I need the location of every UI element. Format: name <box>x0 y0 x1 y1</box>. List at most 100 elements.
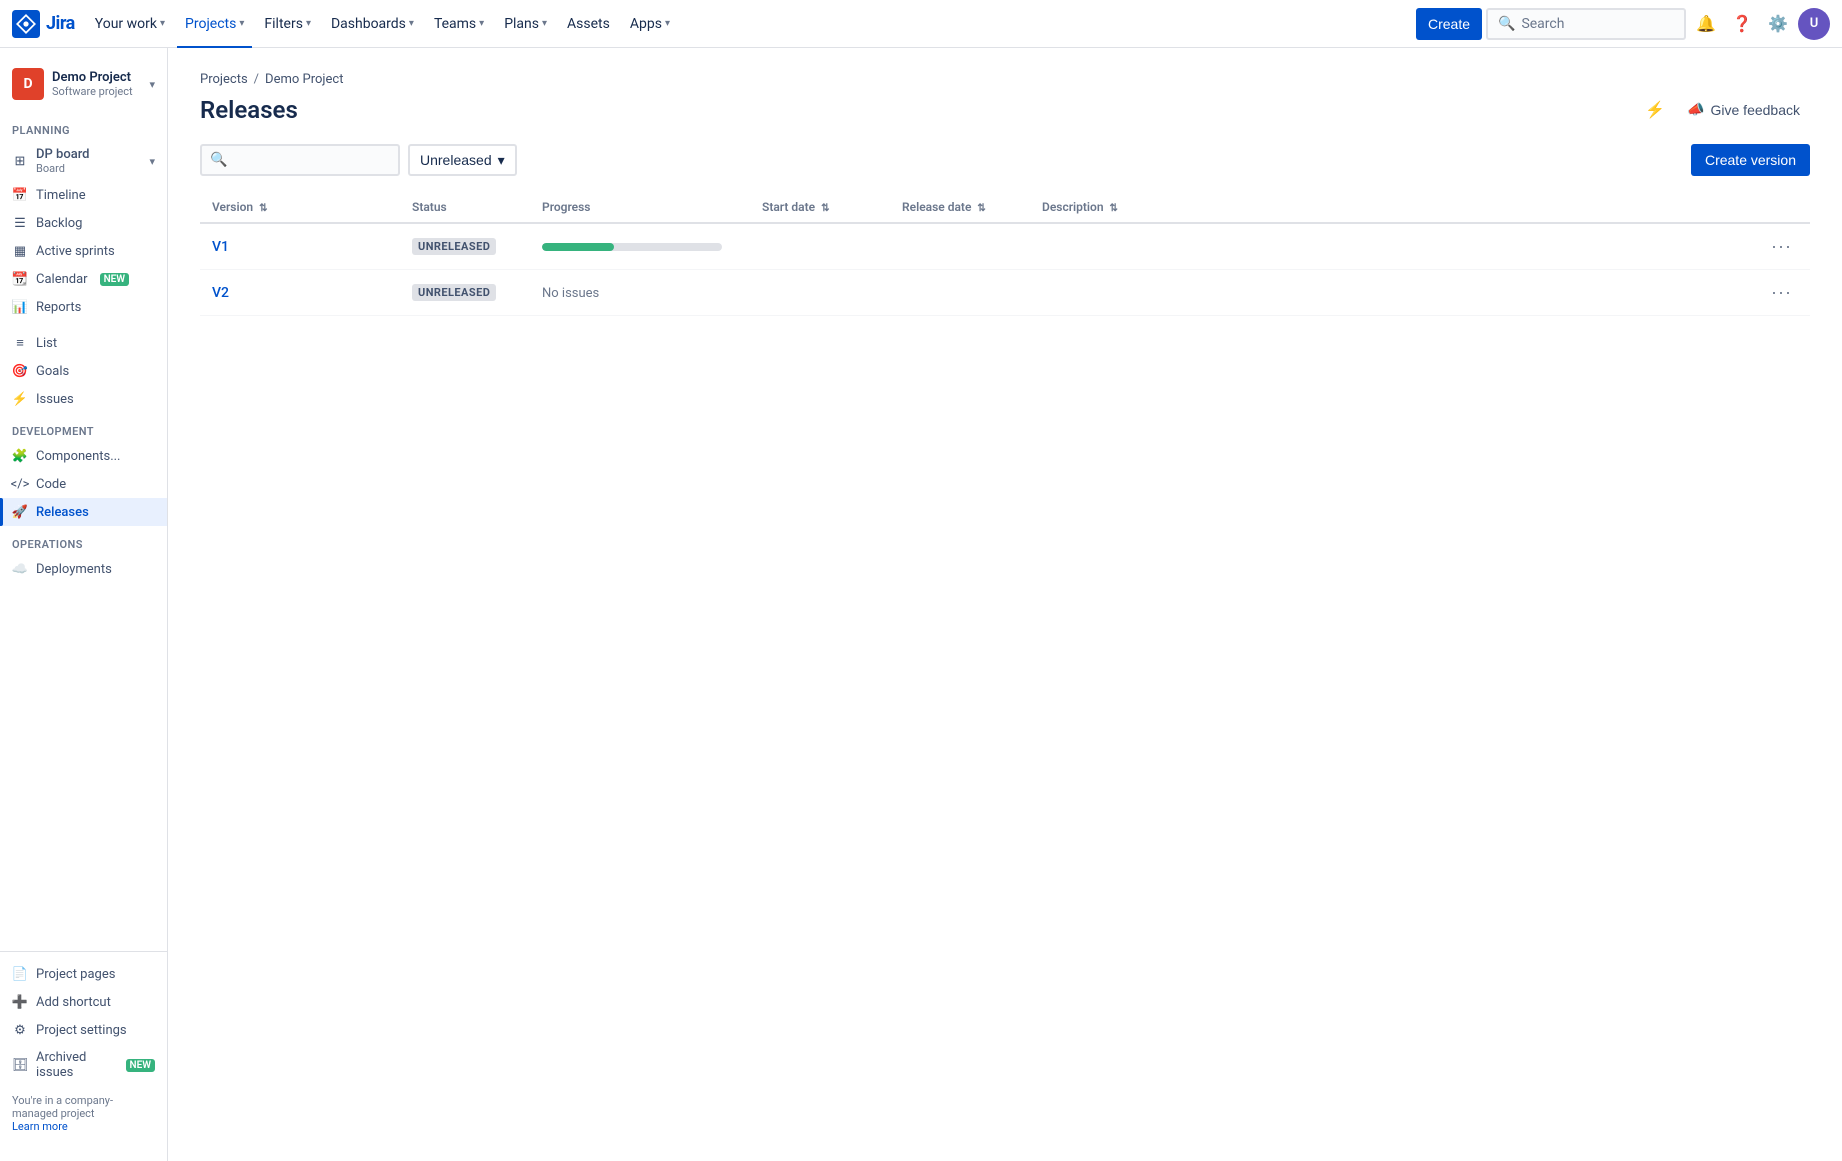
code-icon: </> <box>12 476 28 492</box>
archived-new-badge: NEW <box>126 1059 156 1072</box>
nav-teams[interactable]: Teams ▾ <box>426 8 492 40</box>
sidebar-item-add-shortcut[interactable]: ➕ Add shortcut <box>0 988 167 1016</box>
releases-label: Releases <box>36 505 89 520</box>
nav-filters[interactable]: Filters ▾ <box>256 8 319 40</box>
nav-dashboards[interactable]: Dashboards ▾ <box>323 8 422 40</box>
nav-your-work[interactable]: Your work ▾ <box>87 8 173 40</box>
page-title: Releases <box>200 96 298 124</box>
nav-projects[interactable]: Projects ▾ <box>177 8 252 40</box>
sidebar-item-active-sprints[interactable]: ▦ Active sprints <box>0 237 167 265</box>
help-button[interactable]: ❓ <box>1726 8 1758 40</box>
start-date-v1 <box>750 223 890 270</box>
breadcrumb: Projects / Demo Project <box>200 72 1810 87</box>
sidebar-item-deployments[interactable]: ☁️ Deployments <box>0 555 167 583</box>
create-version-button[interactable]: Create version <box>1691 144 1810 176</box>
sidebar-project-header[interactable]: D Demo Project Software project ▾ <box>0 60 167 112</box>
toolbar-left: 🔍 Unreleased ▾ <box>200 144 517 176</box>
start-date-v2 <box>750 270 890 316</box>
deployments-label: Deployments <box>36 562 112 577</box>
calendar-icon: 📆 <box>12 271 28 287</box>
learn-more-link[interactable]: Learn more <box>12 1120 68 1133</box>
list-label: List <box>36 336 57 351</box>
app-logo[interactable]: Jira <box>12 10 75 38</box>
sidebar-item-project-settings[interactable]: ⚙ Project settings <box>0 1016 167 1044</box>
col-version[interactable]: Version ⇅ <box>200 192 400 223</box>
top-navigation: Jira Your work ▾ Projects ▾ Filters ▾ Da… <box>0 0 1842 48</box>
operations-section-label: OPERATIONS <box>0 526 167 555</box>
releases-icon: 🚀 <box>12 504 28 520</box>
sidebar-item-reports[interactable]: 📊 Reports <box>0 293 167 321</box>
create-button[interactable]: Create <box>1416 8 1482 40</box>
dp-board-sub: Board <box>36 162 90 175</box>
filter-label: Unreleased <box>420 152 492 168</box>
sidebar-item-archived-issues[interactable]: 🗄 Archived issues NEW <box>0 1044 167 1086</box>
teams-chevron-icon: ▾ <box>479 18 484 29</box>
sidebar-item-components[interactable]: 🧩 Components... <box>0 442 167 470</box>
filter-chevron-icon: ▾ <box>498 152 505 169</box>
table-row: V1UNRELEASED··· <box>200 223 1810 270</box>
sidebar-item-releases[interactable]: 🚀 Releases <box>0 498 167 526</box>
sidebar-item-project-pages[interactable]: 📄 Project pages <box>0 960 167 988</box>
page-header: Releases ⚡ 📣 Give feedback <box>200 95 1810 124</box>
page-header-actions: ⚡ 📣 Give feedback <box>1645 95 1810 124</box>
reports-icon: 📊 <box>12 299 28 315</box>
archive-icon: 🗄 <box>12 1057 28 1073</box>
goals-label: Goals <box>36 364 69 379</box>
sidebar-item-goals[interactable]: 🎯 Goals <box>0 357 167 385</box>
board-icon: ⊞ <box>12 153 28 169</box>
breadcrumb-projects[interactable]: Projects <box>200 72 248 87</box>
version-search-icon: 🔍 <box>210 152 227 168</box>
more-actions-button-v1[interactable]: ··· <box>1765 234 1798 259</box>
plans-chevron-icon: ▾ <box>542 18 547 29</box>
version-link-v2[interactable]: V2 <box>212 285 229 301</box>
release-date-sort-icon: ⇅ <box>977 203 985 214</box>
release-date-v2 <box>890 270 1030 316</box>
table-row: V2UNRELEASEDNo issues··· <box>200 270 1810 316</box>
dp-board-label: DP board <box>36 147 90 162</box>
sidebar-item-timeline[interactable]: 📅 Timeline <box>0 181 167 209</box>
sidebar-item-issues[interactable]: ⚡ Issues <box>0 385 167 413</box>
projects-chevron-icon: ▾ <box>239 18 244 29</box>
notifications-button[interactable]: 🔔 <box>1690 8 1722 40</box>
release-date-v1 <box>890 223 1030 270</box>
apps-chevron-icon: ▾ <box>665 18 670 29</box>
dp-board-chevron-icon: ▾ <box>149 155 155 168</box>
user-avatar[interactable]: U <box>1798 8 1830 40</box>
bell-icon: 🔔 <box>1696 14 1716 34</box>
sidebar-item-code[interactable]: </> Code <box>0 470 167 498</box>
settings-button[interactable]: ⚙️ <box>1762 8 1794 40</box>
jira-logo-text: Jira <box>46 13 75 34</box>
sidebar-item-list[interactable]: ≡ List <box>0 329 167 357</box>
calendar-new-badge: NEW <box>100 273 130 286</box>
breadcrumb-sep-1: / <box>254 72 259 87</box>
unreleased-filter-button[interactable]: Unreleased ▾ <box>408 144 517 176</box>
nav-apps[interactable]: Apps ▾ <box>622 8 678 40</box>
more-actions-button-v2[interactable]: ··· <box>1765 280 1798 305</box>
project-chevron-icon: ▾ <box>149 78 155 91</box>
sidebar-item-dp-board[interactable]: ⊞ DP board Board ▾ <box>0 141 167 181</box>
version-search-box[interactable]: 🔍 <box>200 144 400 176</box>
planning-section-label: PLANNING <box>0 112 167 141</box>
breadcrumb-demo-project[interactable]: Demo Project <box>265 72 343 87</box>
components-icon: 🧩 <box>12 448 28 464</box>
global-search-box[interactable]: 🔍 Search <box>1486 8 1686 40</box>
version-link-v1[interactable]: V1 <box>212 239 229 255</box>
project-pages-label: Project pages <box>36 967 115 982</box>
version-search-input[interactable] <box>233 152 390 168</box>
list-icon: ≡ <box>12 335 28 351</box>
col-description[interactable]: Description ⇅ <box>1030 192 1753 223</box>
backlog-icon: ☰ <box>12 215 28 231</box>
col-release-date[interactable]: Release date ⇅ <box>890 192 1030 223</box>
project-icon: D <box>12 68 44 100</box>
table-header-row: Version ⇅ Status Progress Start date ⇅ R <box>200 192 1810 223</box>
sidebar-item-calendar[interactable]: 📆 Calendar NEW <box>0 265 167 293</box>
nav-assets[interactable]: Assets <box>559 8 618 40</box>
sidebar-item-backlog[interactable]: ☰ Backlog <box>0 209 167 237</box>
feedback-label: Give feedback <box>1711 102 1801 118</box>
col-start-date[interactable]: Start date ⇅ <box>750 192 890 223</box>
start-date-sort-icon: ⇅ <box>821 203 829 214</box>
development-section-label: DEVELOPMENT <box>0 413 167 442</box>
give-feedback-button[interactable]: 📣 Give feedback <box>1677 95 1810 124</box>
nav-plans[interactable]: Plans ▾ <box>496 8 555 40</box>
components-label: Components... <box>36 449 121 464</box>
